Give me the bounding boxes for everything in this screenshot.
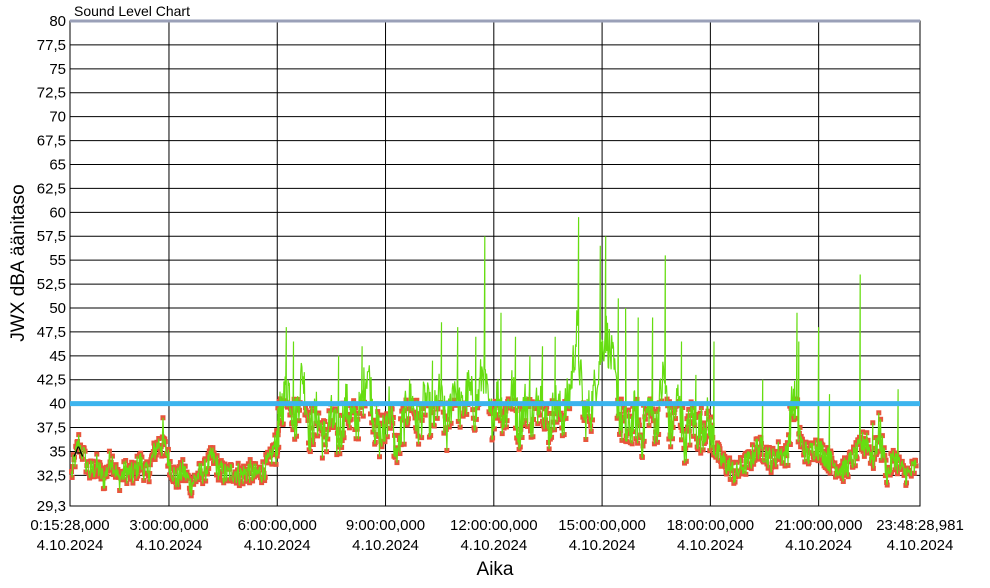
x-tick-date: 4.10.2024 — [785, 537, 852, 554]
y-tick-label: 32,5 — [37, 467, 66, 484]
chart-title: Sound Level Chart — [74, 3, 190, 19]
x-tick-date: 4.10.2024 — [887, 537, 954, 554]
x-tick-date: 4.10.2024 — [136, 537, 203, 554]
y-tick-label: 57,5 — [37, 228, 66, 245]
x-tick-time: 9:00:00,000 — [346, 517, 425, 534]
x-tick-date: 4.10.2024 — [352, 537, 419, 554]
y-tick-label: 65 — [49, 156, 66, 173]
y-tick-label: 50 — [49, 300, 66, 317]
x-tick-date: 4.10.2024 — [37, 537, 104, 554]
y-tick-label: 29,3 — [37, 498, 66, 515]
x-tick-date: 4.10.2024 — [569, 537, 636, 554]
y-tick-label: 77,5 — [37, 37, 66, 54]
x-tick-time: 0:15:28,000 — [30, 517, 109, 534]
y-axis-label: JWX dBA äänitaso — [8, 184, 29, 341]
x-tick-time: 21:00:00,000 — [775, 517, 863, 534]
x-tick-time: 15:00:00,000 — [558, 517, 646, 534]
x-axis-label: Aika — [477, 559, 514, 580]
x-tick-date: 4.10.2024 — [677, 537, 744, 554]
y-tick-label: 47,5 — [37, 324, 66, 341]
y-tick-label: 55 — [49, 252, 66, 269]
y-tick-label: 75 — [49, 61, 66, 78]
x-tick-time: 23:48:28,981 — [876, 517, 964, 534]
x-tick-time: 18:00:00,000 — [667, 517, 755, 534]
y-tick-label: 35 — [49, 443, 66, 460]
x-tick-date: 4.10.2024 — [244, 537, 311, 554]
y-tick-label: 37,5 — [37, 420, 66, 437]
x-tick-time: 12:00:00,000 — [450, 517, 538, 534]
x-tick-time: 3:00:00,000 — [129, 517, 208, 534]
y-tick-label: 42,5 — [37, 372, 66, 389]
y-tick-label: 40 — [49, 396, 66, 413]
y-tick-label: 52,5 — [37, 276, 66, 293]
y-tick-label: 67,5 — [37, 133, 66, 150]
y-tick-label: 45 — [49, 348, 66, 365]
x-tick-date: 4.10.2024 — [460, 537, 527, 554]
y-tick-label: 60 — [49, 204, 66, 221]
y-tick-label: 72,5 — [37, 85, 66, 102]
plot-area — [69, 20, 921, 507]
y-tick-label: 70 — [49, 109, 66, 126]
sound-level-chart: A 29,3 32,5 35 37,5 40 42,5 45 47,5 50 52,5 55 57,5… — [8, 3, 964, 580]
y-tick-label: 80 — [49, 13, 66, 30]
y-tick-label: 62,5 — [37, 180, 66, 197]
x-tick-time: 6:00:00,000 — [238, 517, 317, 534]
annotation-label: A — [73, 443, 83, 460]
